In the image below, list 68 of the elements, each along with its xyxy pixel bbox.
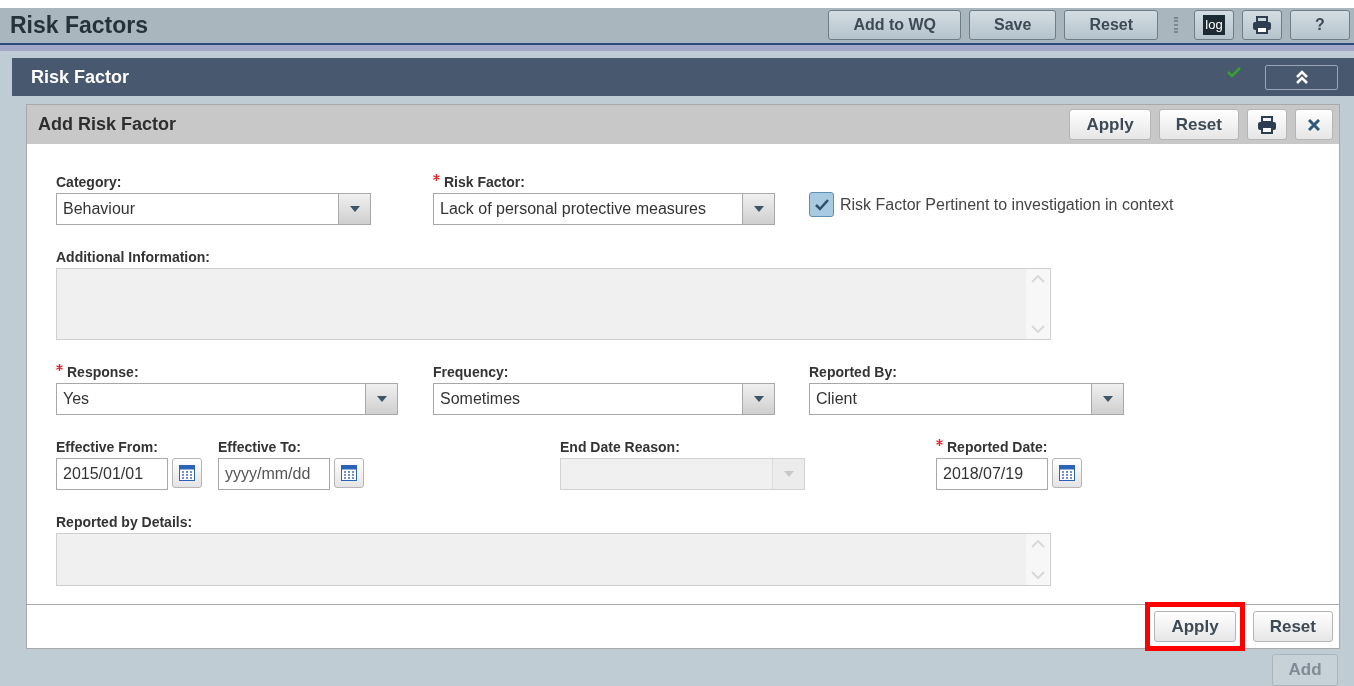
field-label: Effective To: — [218, 438, 301, 457]
field-label: Reported By: — [809, 363, 897, 382]
calendar-button[interactable] — [172, 458, 202, 488]
chevrons-up-icon — [1295, 70, 1308, 84]
field-label: Reported by Details: — [56, 513, 193, 532]
caret-icon — [783, 471, 794, 477]
panel-button[interactable]: Apply — [1069, 109, 1151, 140]
date-field[interactable]: 2015/01/01 — [56, 458, 168, 490]
field-label: Effective From: — [56, 438, 158, 457]
dropdown-value: Behaviour — [62, 199, 137, 219]
checkbox[interactable] — [809, 192, 834, 217]
field-label: Reported Date: — [947, 438, 1048, 457]
caret-icon — [753, 396, 764, 402]
dropdown-value: Yes — [62, 389, 91, 409]
toolbar-button[interactable]: ? — [1290, 10, 1350, 41]
caret-icon — [376, 396, 387, 402]
field-label: Risk Factor: — [444, 173, 525, 192]
check-icon — [1227, 66, 1241, 78]
field-label: Additional Information: — [56, 248, 210, 267]
print-icon — [1252, 16, 1272, 35]
scroll-up-icon — [1031, 540, 1045, 548]
required-icon — [56, 364, 63, 371]
field-label: End Date Reason: — [560, 438, 680, 457]
dropdown[interactable]: Client — [809, 383, 1124, 415]
scroll-down-icon — [1031, 325, 1045, 333]
dropdown[interactable]: Yes — [56, 383, 398, 415]
calendar-button[interactable] — [334, 458, 364, 488]
close-button[interactable] — [1295, 109, 1333, 140]
close-icon — [1308, 118, 1320, 131]
toolbar-button[interactable]: Reset — [1064, 10, 1158, 41]
panel-button[interactable]: Reset — [1158, 109, 1239, 140]
subpanel-title: Add Risk Factor — [38, 113, 178, 136]
toolbar-button[interactable]: Save — [969, 10, 1057, 41]
dropdown-value: Client — [815, 389, 858, 409]
scroll-down-icon — [1031, 571, 1045, 579]
toolbar-button[interactable]: Add to WQ — [828, 10, 962, 41]
calendar-icon — [1059, 465, 1075, 481]
collapse-button[interactable] — [1265, 64, 1338, 90]
dropdown[interactable]: Sometimes — [433, 383, 775, 415]
date-field[interactable]: 2018/07/19 — [936, 458, 1048, 490]
footer-button[interactable]: Reset — [1252, 611, 1333, 642]
caret-icon — [1102, 396, 1113, 402]
dropdown[interactable]: Lack of personal protective measures — [433, 193, 775, 225]
calendar-icon — [341, 465, 357, 481]
dropdown[interactable]: Behaviour — [56, 193, 371, 225]
field-label: Response: — [67, 363, 139, 382]
caret-icon — [753, 206, 764, 212]
field-label: Frequency: — [433, 363, 509, 382]
caret-icon — [349, 206, 360, 212]
print-button[interactable] — [1247, 109, 1287, 140]
print-icon — [1257, 115, 1277, 134]
calendar-icon — [179, 465, 195, 481]
log-button[interactable]: log — [1194, 10, 1234, 41]
date-field[interactable]: yyyy/mm/dd — [218, 458, 330, 490]
grip-icon — [1174, 17, 1178, 34]
check-icon — [814, 198, 829, 211]
print-button[interactable] — [1242, 10, 1282, 41]
scroll-up-icon — [1031, 275, 1045, 283]
checkbox-label: Risk Factor Pertinent to investigation in context — [840, 194, 1174, 215]
panel-title: Risk Factor — [31, 65, 131, 89]
dropdown-value: Lack of personal protective measures — [439, 199, 707, 219]
page-title: Risk Factors — [10, 11, 150, 40]
calendar-button[interactable] — [1052, 458, 1082, 488]
required-icon — [433, 174, 440, 181]
dropdown-value: Sometimes — [439, 389, 522, 409]
field-label: Category: — [56, 173, 122, 192]
required-icon — [936, 439, 943, 446]
footer-button[interactable]: Apply — [1154, 611, 1236, 642]
